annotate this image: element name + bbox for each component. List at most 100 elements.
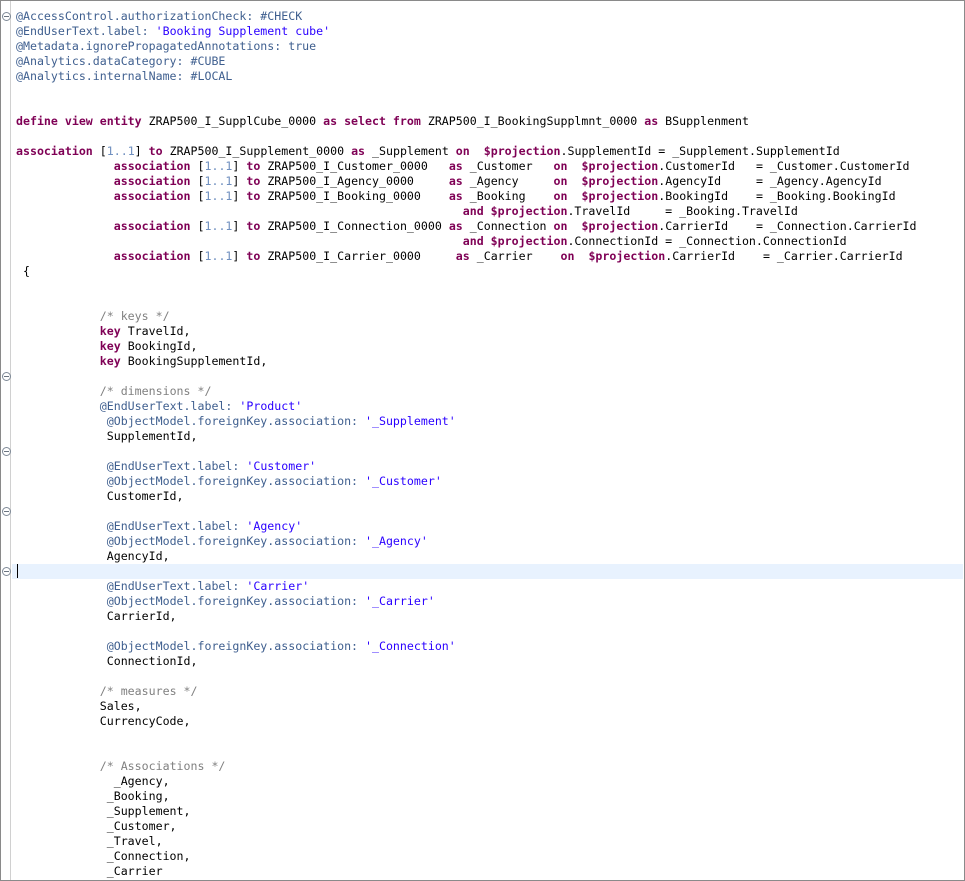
code-line[interactable]: @ObjectModel.foreignKey.association: '_C… — [16, 474, 442, 489]
token-kw: define view entity — [16, 114, 142, 128]
code-line[interactable]: @EndUserText.label: 'Booking Supplement … — [16, 24, 330, 39]
token-cmt: /* dimensions */ — [99, 384, 212, 398]
code-line[interactable]: define view entity ZRAP500_I_SupplCube_0… — [16, 114, 749, 129]
token-kw: as — [351, 144, 366, 158]
code-line[interactable]: CarrierId, — [16, 609, 177, 624]
token-plain: _Agency, — [16, 774, 170, 788]
token-plain: _Booking, — [16, 789, 170, 803]
code-line[interactable]: and $projection.TravelId = _Booking.Trav… — [16, 204, 798, 219]
code-line[interactable]: _Carrier — [16, 864, 163, 879]
code-line[interactable]: @ObjectModel.foreignKey.association: '_C… — [16, 639, 456, 654]
token-plain: [ — [190, 174, 205, 188]
code-line[interactable]: { — [16, 264, 30, 279]
token-str: 'Agency' — [246, 519, 303, 533]
code-line[interactable]: @EndUserText.label: 'Product' — [16, 399, 302, 414]
token-kw: on — [560, 249, 575, 263]
code-line[interactable]: /* keys */ — [16, 309, 170, 324]
code-line[interactable]: key BookingSupplementId, — [16, 354, 268, 369]
token-plain: ] — [232, 174, 247, 188]
token-cmt: /* keys */ — [99, 309, 170, 323]
code-line[interactable]: _Supplement, — [16, 804, 191, 819]
code-editor[interactable]: @AccessControl.authorizationCheck: #CHEC… — [0, 0, 965, 881]
code-line[interactable]: @EndUserText.label: 'Carrier' — [16, 579, 309, 594]
token-plain: [ — [190, 219, 205, 233]
code-line[interactable]: /* measures */ — [16, 684, 198, 699]
token-kw: as — [644, 114, 659, 128]
code-line[interactable]: key BookingId, — [16, 339, 198, 354]
token-kw: to — [148, 144, 163, 158]
token-plain: BSupplenment — [658, 114, 749, 128]
code-line[interactable]: _Travel, — [16, 834, 163, 849]
token-plain: ] — [232, 159, 247, 173]
code-line[interactable]: @Analytics.internalName: #LOCAL — [16, 69, 232, 84]
code-line[interactable]: AgencyId, — [16, 549, 170, 564]
token-str: '_Connection' — [365, 639, 456, 653]
code-line[interactable]: ConnectionId, — [16, 654, 198, 669]
token-kw: association — [113, 219, 191, 233]
token-plain: .SupplementId = _Supplement.SupplementId — [560, 144, 840, 158]
token-plain: ConnectionId, — [16, 654, 198, 668]
token-num: 1..1 — [204, 159, 233, 173]
code-line[interactable]: _Connection, — [16, 849, 191, 864]
code-line[interactable]: key TravelId, — [16, 324, 191, 339]
token-plain: ZRAP500_I_SupplCube_0000 — [141, 114, 324, 128]
code-line[interactable]: association [1..1] to ZRAP500_I_Suppleme… — [16, 144, 840, 159]
code-line[interactable]: association [1..1] to ZRAP500_I_Carrier_… — [16, 249, 903, 264]
code-line[interactable]: _Agency, — [16, 774, 170, 789]
code-line[interactable]: /* dimensions */ — [16, 384, 212, 399]
token-kw: $projection — [490, 234, 568, 248]
code-area[interactable]: @AccessControl.authorizationCheck: #CHEC… — [1, 1, 964, 880]
token-kw: association — [113, 249, 191, 263]
code-line[interactable]: @Metadata.ignorePropagatedAnnotations: t… — [16, 39, 316, 54]
token-kw: $projection — [483, 144, 561, 158]
token-plain: _Supplement — [365, 144, 456, 158]
token-plain: ZRAP500_I_Agency_0000 — [260, 174, 449, 188]
code-line[interactable]: association [1..1] to ZRAP500_I_Connecti… — [16, 219, 917, 234]
current-line-highlight — [12, 564, 963, 579]
code-line[interactable]: and $projection.ConnectionId = _Connecti… — [16, 234, 847, 249]
code-line[interactable]: _Customer, — [16, 819, 177, 834]
code-line[interactable]: association [1..1] to ZRAP500_I_Agency_0… — [16, 174, 882, 189]
token-plain: ZRAP500_I_Carrier_0000 — [260, 249, 456, 263]
token-plain: _Connection, — [16, 849, 191, 863]
code-line[interactable]: @Analytics.dataCategory: #CUBE — [16, 54, 225, 69]
code-line[interactable]: @ObjectModel.foreignKey.association: '_C… — [16, 594, 435, 609]
code-line[interactable]: association [1..1] to ZRAP500_I_Customer… — [16, 159, 910, 174]
token-plain: , — [134, 699, 142, 713]
token-plain: [ — [190, 159, 205, 173]
code-line[interactable]: Sales, — [16, 699, 142, 714]
code-line[interactable]: @ObjectModel.foreignKey.association: '_S… — [16, 414, 456, 429]
token-kw: on — [455, 144, 470, 158]
code-line[interactable]: @EndUserText.label: 'Agency' — [16, 519, 302, 534]
token-kw: key — [99, 324, 121, 338]
token-kw: association — [16, 144, 93, 158]
code-line[interactable]: _Booking, — [16, 789, 170, 804]
code-line[interactable]: @EndUserText.label: 'Customer' — [16, 459, 316, 474]
code-line[interactable]: SupplementId, — [16, 429, 198, 444]
code-line[interactable]: @ObjectModel.foreignKey.association: '_A… — [16, 534, 428, 549]
token-plain: ] — [232, 249, 247, 263]
token-kw: to — [246, 219, 261, 233]
token-kw: $projection — [490, 204, 568, 218]
code-line[interactable]: CurrencyCode, — [16, 714, 191, 729]
code-line[interactable]: association [1..1] to ZRAP500_I_Booking_… — [16, 189, 896, 204]
code-line[interactable]: /* Associations */ — [16, 759, 226, 774]
token-anno: @Analytics.dataCategory: #CUBE — [16, 54, 226, 68]
token-plain: .TravelId = _Booking.TravelId — [567, 204, 798, 218]
token-anno: @EndUserText.label: — [106, 459, 247, 473]
code-line[interactable]: @AccessControl.authorizationCheck: #CHEC… — [16, 9, 302, 24]
token-str: 'Product' — [239, 399, 303, 413]
code-line[interactable]: CustomerId, — [16, 489, 184, 504]
